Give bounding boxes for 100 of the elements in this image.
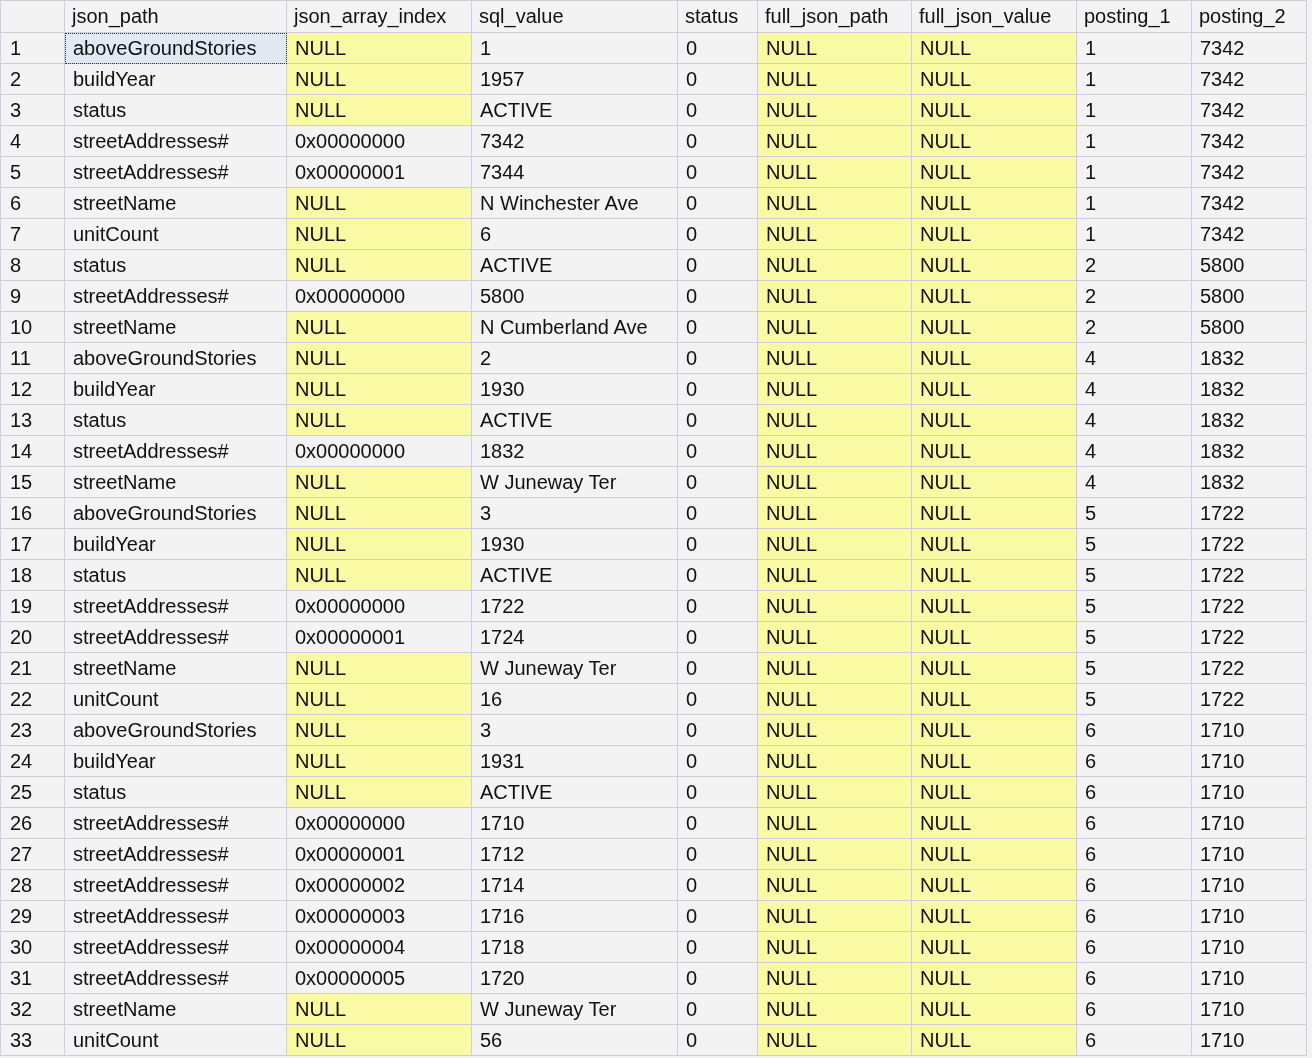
table-cell[interactable]: 1716	[471, 900, 678, 932]
table-cell[interactable]: 0	[677, 218, 758, 250]
table-cell[interactable]: NULL	[757, 249, 912, 281]
table-cell[interactable]: streetAddresses#	[64, 900, 287, 932]
table-cell[interactable]: NULL	[757, 435, 912, 467]
table-cell[interactable]: NULL	[757, 187, 912, 219]
table-cell[interactable]: NULL	[757, 342, 912, 374]
table-cell[interactable]: 0	[677, 838, 758, 870]
table-cell[interactable]: 7342	[1191, 32, 1307, 64]
table-cell[interactable]: NULL	[286, 218, 472, 250]
table-cell[interactable]: W Juneway Ter	[471, 993, 678, 1025]
table-cell[interactable]: 0	[677, 32, 758, 64]
table-cell[interactable]: streetAddresses#	[64, 621, 287, 653]
table-cell[interactable]: NULL	[911, 807, 1077, 839]
table-cell[interactable]: 1722	[1191, 683, 1307, 715]
table-cell[interactable]: NULL	[286, 373, 472, 405]
column-header[interactable]: sql_value	[471, 0, 678, 33]
table-cell[interactable]: NULL	[911, 249, 1077, 281]
table-cell[interactable]: NULL	[286, 32, 472, 64]
table-cell[interactable]: 1832	[1191, 373, 1307, 405]
table-cell[interactable]: 6	[1076, 993, 1192, 1025]
table-cell[interactable]: unitCount	[64, 218, 287, 250]
table-cell[interactable]: NULL	[757, 590, 912, 622]
table-cell[interactable]: 6	[1076, 931, 1192, 963]
table-cell[interactable]: 1710	[1191, 931, 1307, 963]
table-cell[interactable]: 1	[1076, 187, 1192, 219]
table-cell[interactable]: streetName	[64, 311, 287, 343]
table-cell[interactable]: NULL	[757, 497, 912, 529]
table-cell[interactable]: 0	[677, 280, 758, 312]
table-cell[interactable]: NULL	[911, 1024, 1077, 1056]
table-cell[interactable]: NULL	[757, 962, 912, 994]
table-cell[interactable]: aboveGroundStories	[64, 714, 287, 746]
table-cell[interactable]: 1	[1076, 32, 1192, 64]
table-cell[interactable]: 1	[1076, 94, 1192, 126]
table-cell[interactable]: ACTIVE	[471, 94, 678, 126]
table-cell[interactable]: 2	[1076, 280, 1192, 312]
table-cell[interactable]: streetAddresses#	[64, 156, 287, 188]
table-cell[interactable]: 0x00000000	[286, 807, 472, 839]
table-cell[interactable]: NULL	[757, 683, 912, 715]
table-cell[interactable]: 1722	[471, 590, 678, 622]
table-cell[interactable]: NULL	[286, 1024, 472, 1056]
table-cell[interactable]: 0	[677, 342, 758, 374]
table-cell[interactable]: 1931	[471, 745, 678, 777]
table-cell[interactable]: NULL	[286, 528, 472, 560]
table-cell[interactable]: NULL	[911, 993, 1077, 1025]
table-cell[interactable]: 6	[1076, 838, 1192, 870]
table-cell[interactable]: 0	[677, 94, 758, 126]
table-cell[interactable]: NULL	[757, 900, 912, 932]
table-cell[interactable]: NULL	[757, 156, 912, 188]
table-cell[interactable]: 0	[677, 435, 758, 467]
table-cell[interactable]: 0	[677, 187, 758, 219]
table-cell[interactable]: NULL	[911, 869, 1077, 901]
table-cell[interactable]: 0x00000000	[286, 435, 472, 467]
table-cell[interactable]: NULL	[757, 993, 912, 1025]
table-cell[interactable]: 1710	[1191, 776, 1307, 808]
table-cell[interactable]: 0x00000003	[286, 900, 472, 932]
table-cell[interactable]: NULL	[757, 218, 912, 250]
table-cell[interactable]: NULL	[911, 156, 1077, 188]
table-cell[interactable]: N Winchester Ave	[471, 187, 678, 219]
table-cell[interactable]: 5	[1076, 683, 1192, 715]
table-cell[interactable]: buildYear	[64, 373, 287, 405]
table-cell[interactable]: 0	[677, 156, 758, 188]
table-cell[interactable]: 4	[1076, 466, 1192, 498]
table-cell[interactable]: NULL	[911, 528, 1077, 560]
table-cell[interactable]: 1710	[471, 807, 678, 839]
table-cell[interactable]: status	[64, 94, 287, 126]
table-cell[interactable]: 1720	[471, 962, 678, 994]
table-cell[interactable]: 5800	[1191, 280, 1307, 312]
table-cell[interactable]: 6	[1076, 869, 1192, 901]
table-cell[interactable]: 0	[677, 652, 758, 684]
table-cell[interactable]: NULL	[757, 32, 912, 64]
table-cell[interactable]: NULL	[757, 94, 912, 126]
table-cell[interactable]: NULL	[286, 714, 472, 746]
table-cell[interactable]: NULL	[757, 745, 912, 777]
table-cell[interactable]: streetAddresses#	[64, 590, 287, 622]
table-cell[interactable]: streetAddresses#	[64, 931, 287, 963]
table-cell[interactable]: 0	[677, 931, 758, 963]
table-cell[interactable]: 6	[471, 218, 678, 250]
table-cell[interactable]: NULL	[757, 373, 912, 405]
table-cell[interactable]: NULL	[911, 32, 1077, 64]
table-cell[interactable]: NULL	[911, 466, 1077, 498]
table-cell[interactable]: NULL	[911, 714, 1077, 746]
table-cell[interactable]: buildYear	[64, 745, 287, 777]
table-cell[interactable]: NULL	[757, 931, 912, 963]
table-cell[interactable]: 1	[1076, 218, 1192, 250]
table-cell[interactable]: 5800	[1191, 249, 1307, 281]
table-cell[interactable]: 0	[677, 373, 758, 405]
table-cell[interactable]: 0	[677, 714, 758, 746]
table-cell[interactable]: 56	[471, 1024, 678, 1056]
table-cell[interactable]: NULL	[911, 342, 1077, 374]
table-cell[interactable]: 3	[471, 497, 678, 529]
table-cell[interactable]: 1832	[1191, 404, 1307, 436]
column-header[interactable]: posting_1	[1076, 0, 1192, 33]
table-cell[interactable]: NULL	[911, 559, 1077, 591]
table-cell[interactable]: 6	[1076, 807, 1192, 839]
column-header[interactable]: posting_2	[1191, 0, 1307, 33]
table-cell[interactable]: NULL	[757, 404, 912, 436]
column-header[interactable]: json_path	[64, 0, 287, 33]
table-cell[interactable]: 0	[677, 249, 758, 281]
table-cell[interactable]: 7344	[471, 156, 678, 188]
